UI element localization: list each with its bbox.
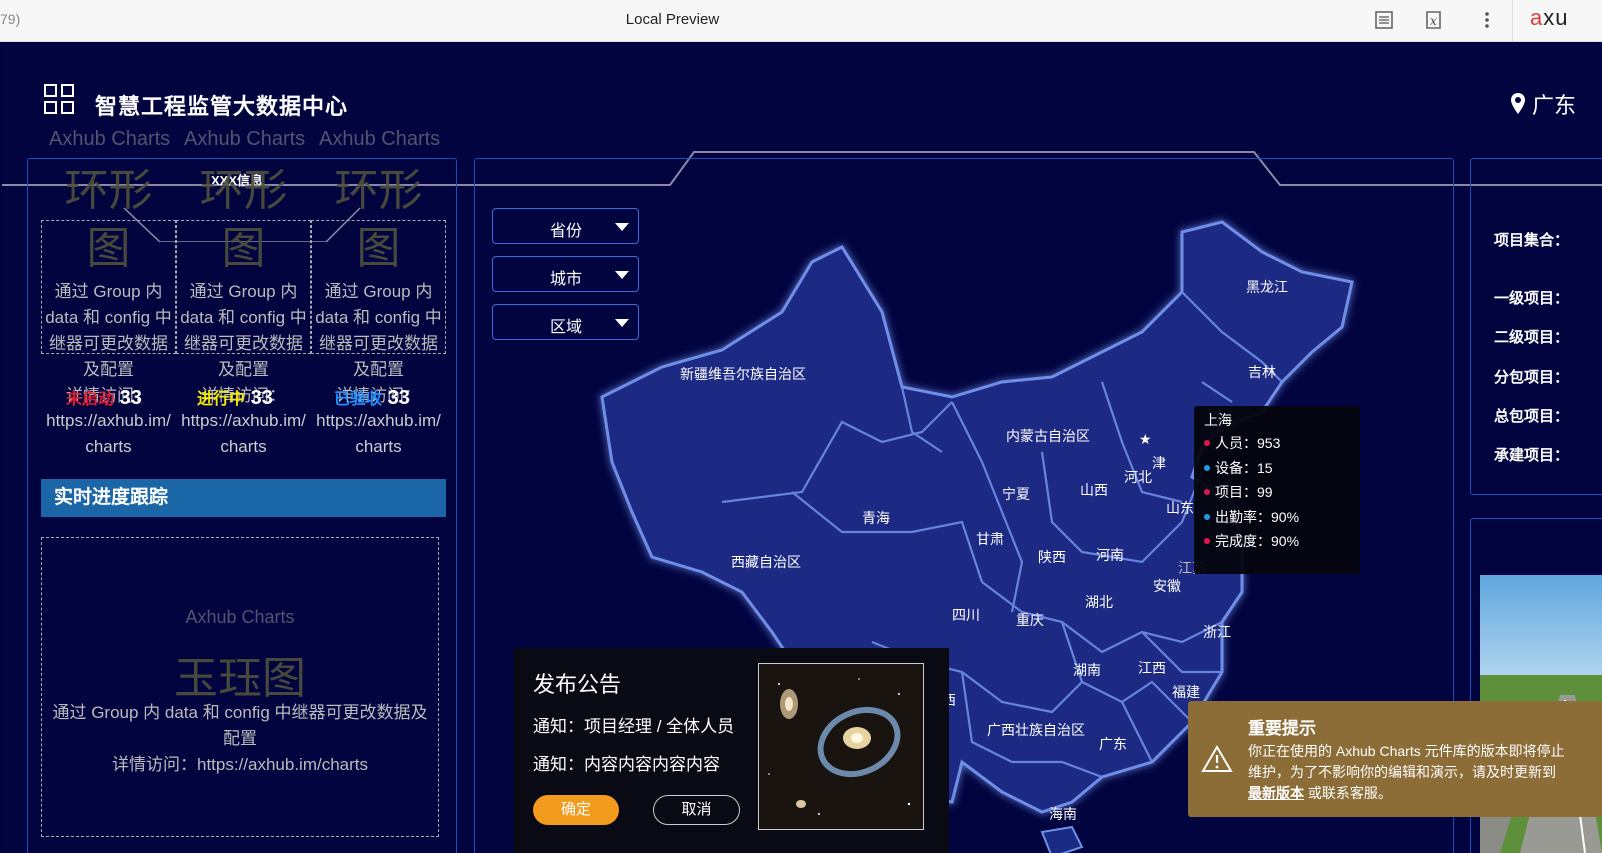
map-label-jiangxi: 江西 bbox=[1138, 660, 1166, 676]
toolbar-separator bbox=[1512, 0, 1513, 42]
label-project-set: 项目集合： bbox=[1494, 232, 1570, 249]
announcement-line-1: 通知：项目经理 / 全体人员 bbox=[533, 717, 735, 736]
document-icon[interactable] bbox=[1373, 9, 1395, 31]
tooltip-row: 项目：99 bbox=[1204, 480, 1350, 505]
district-select[interactable]: 区域 bbox=[492, 304, 639, 340]
warning-icon bbox=[1201, 745, 1233, 772]
ring-watermark-2: Axhub Charts bbox=[184, 128, 306, 150]
stat-in-progress: 进行中 33 bbox=[197, 387, 273, 409]
formula-icon[interactable]: x bbox=[1423, 9, 1445, 31]
map-label-hebei: 河北 bbox=[1124, 469, 1152, 485]
notice-toast-title: 重要提示 bbox=[1248, 719, 1316, 738]
map-label-shaanxi: 陕西 bbox=[1038, 549, 1066, 565]
announcement-popup: 发布公告 通知：项目经理 / 全体人员 通知：内容内容内容内容 确定 取消 bbox=[514, 648, 949, 853]
map-label-qinghai: 青海 bbox=[862, 510, 890, 526]
capital-star-icon: ★ bbox=[1139, 431, 1152, 447]
label-level2-project: 二级项目： bbox=[1494, 329, 1570, 346]
chevron-down-icon bbox=[615, 223, 629, 231]
map-label-guangxi: 广西壮族自治区 bbox=[987, 722, 1085, 738]
map-label-tianjin: 津 bbox=[1152, 455, 1166, 471]
map-label-chongqing: 重庆 bbox=[1016, 612, 1044, 628]
map-label-xizang: 西藏自治区 bbox=[731, 554, 801, 570]
map-label-shandong: 山东 bbox=[1166, 500, 1194, 516]
map-label-jilin: 吉林 bbox=[1248, 364, 1276, 380]
map-label-shanxi: 山西 bbox=[1080, 482, 1108, 498]
city-select[interactable]: 城市 bbox=[492, 256, 639, 292]
map-label-ningxia: 宁夏 bbox=[1002, 486, 1030, 502]
grid-logo-icon bbox=[44, 84, 76, 116]
stat-not-started: 未启动 33 bbox=[66, 387, 142, 409]
map-label-hainan: 海南 bbox=[1049, 806, 1077, 822]
progress-chart-name: 玉珏图 bbox=[174, 654, 306, 703]
ring-watermark-1: Axhub Charts bbox=[49, 128, 171, 150]
map-label-neimenggu: 内蒙古自治区 bbox=[1006, 428, 1090, 444]
map-tooltip: 上海 人员：953 设备：15 项目：99 出勤率：90% 完成度：90% bbox=[1194, 406, 1360, 574]
brand-logo: axu bbox=[1530, 5, 1569, 30]
map-label-hunan: 湖南 bbox=[1073, 662, 1101, 678]
dashboard-screen: 智慧工程监管大数据中心 广东 Axhub Charts Axhub Charts… bbox=[2, 42, 1602, 853]
label-construction-project: 承建项目： bbox=[1494, 447, 1570, 464]
label-subcontract-project: 分包项目： bbox=[1494, 369, 1570, 386]
location-display[interactable]: 广东 bbox=[1510, 88, 1576, 120]
map-label-anhui: 安徽 bbox=[1153, 578, 1181, 594]
notice-toast-text: 你正在使用的 Axhub Charts 元件库的版本即将停止维护，为了不影响你的… bbox=[1248, 743, 1565, 801]
location-text: 广东 bbox=[1532, 93, 1577, 118]
tooltip-row: 人员：953 bbox=[1204, 431, 1350, 456]
stat-accepted: 已验收 33 bbox=[334, 387, 410, 409]
page-title: 智慧工程监管大数据中心 bbox=[95, 94, 349, 119]
ring-watermark-3: Axhub Charts bbox=[319, 128, 441, 150]
map-label-heilongjiang: 黑龙江 bbox=[1246, 279, 1288, 295]
hainan-island bbox=[1040, 825, 1084, 853]
confirm-button[interactable]: 确定 bbox=[533, 795, 619, 825]
location-pin-icon bbox=[1511, 93, 1525, 114]
map-label-guangdong: 广东 bbox=[1099, 736, 1127, 752]
map-label-gansu: 甘肃 bbox=[976, 531, 1004, 547]
label-general-contract-project: 总包项目： bbox=[1494, 408, 1570, 425]
chevron-down-icon bbox=[615, 271, 629, 279]
progress-desc: 通过 Group 内 data 和 config 中继器可更改数据及 配置 详情… bbox=[52, 703, 428, 774]
more-vertical-icon[interactable] bbox=[1476, 9, 1498, 31]
window-title: Local Preview bbox=[625, 11, 720, 28]
important-notice-toast: 重要提示 你正在使用的 Axhub Charts 元件库的版本即将停止维护，为了… bbox=[1188, 701, 1602, 817]
tooltip-row: 出勤率：90% bbox=[1204, 505, 1350, 530]
map-label-hubei: 湖北 bbox=[1085, 594, 1113, 610]
progress-watermark: Axhub Charts bbox=[185, 607, 295, 627]
announcement-line-2: 通知：内容内容内容内容 bbox=[533, 755, 720, 774]
ring-link-1[interactable]: https://axhub.im/charts bbox=[41, 408, 176, 460]
map-label-henan: 河南 bbox=[1096, 547, 1124, 563]
cancel-button[interactable]: 取消 bbox=[653, 795, 740, 825]
tooltip-title: 上海 bbox=[1204, 412, 1232, 428]
map-label-xinjiang: 新疆维吾尔族自治区 bbox=[680, 366, 806, 382]
section-title-progress: 实时进度跟踪 bbox=[41, 479, 446, 517]
announcement-title: 发布公告 bbox=[533, 672, 622, 697]
ring-chart-name-1: 环形图 bbox=[64, 166, 153, 273]
ring-link-2[interactable]: https://axhub.im/charts bbox=[176, 408, 311, 460]
browser-toolbar: 79) Local Preview x axu bbox=[0, 0, 1602, 42]
tooltip-row: 设备：15 bbox=[1204, 456, 1350, 481]
map-label-fujian: 福建 bbox=[1172, 684, 1200, 700]
ring-link-3[interactable]: https://axhub.im/charts bbox=[311, 408, 446, 460]
province-select[interactable]: 省份 bbox=[492, 208, 639, 244]
ring-chart-name-3: 环形图 bbox=[334, 166, 423, 273]
ring-chart-name-2: 环形图 bbox=[199, 166, 288, 273]
galaxy-image bbox=[758, 663, 924, 830]
chevron-down-icon bbox=[615, 319, 629, 327]
svg-text:x: x bbox=[1430, 14, 1437, 28]
tooltip-row: 完成度：90% bbox=[1204, 529, 1350, 554]
latest-version-link[interactable]: 最新版本 bbox=[1248, 785, 1304, 801]
map-label-zhejiang: 浙江 bbox=[1203, 624, 1231, 640]
label-level1-project: 一级项目： bbox=[1494, 290, 1570, 307]
map-label-sichuan: 四川 bbox=[952, 607, 980, 623]
